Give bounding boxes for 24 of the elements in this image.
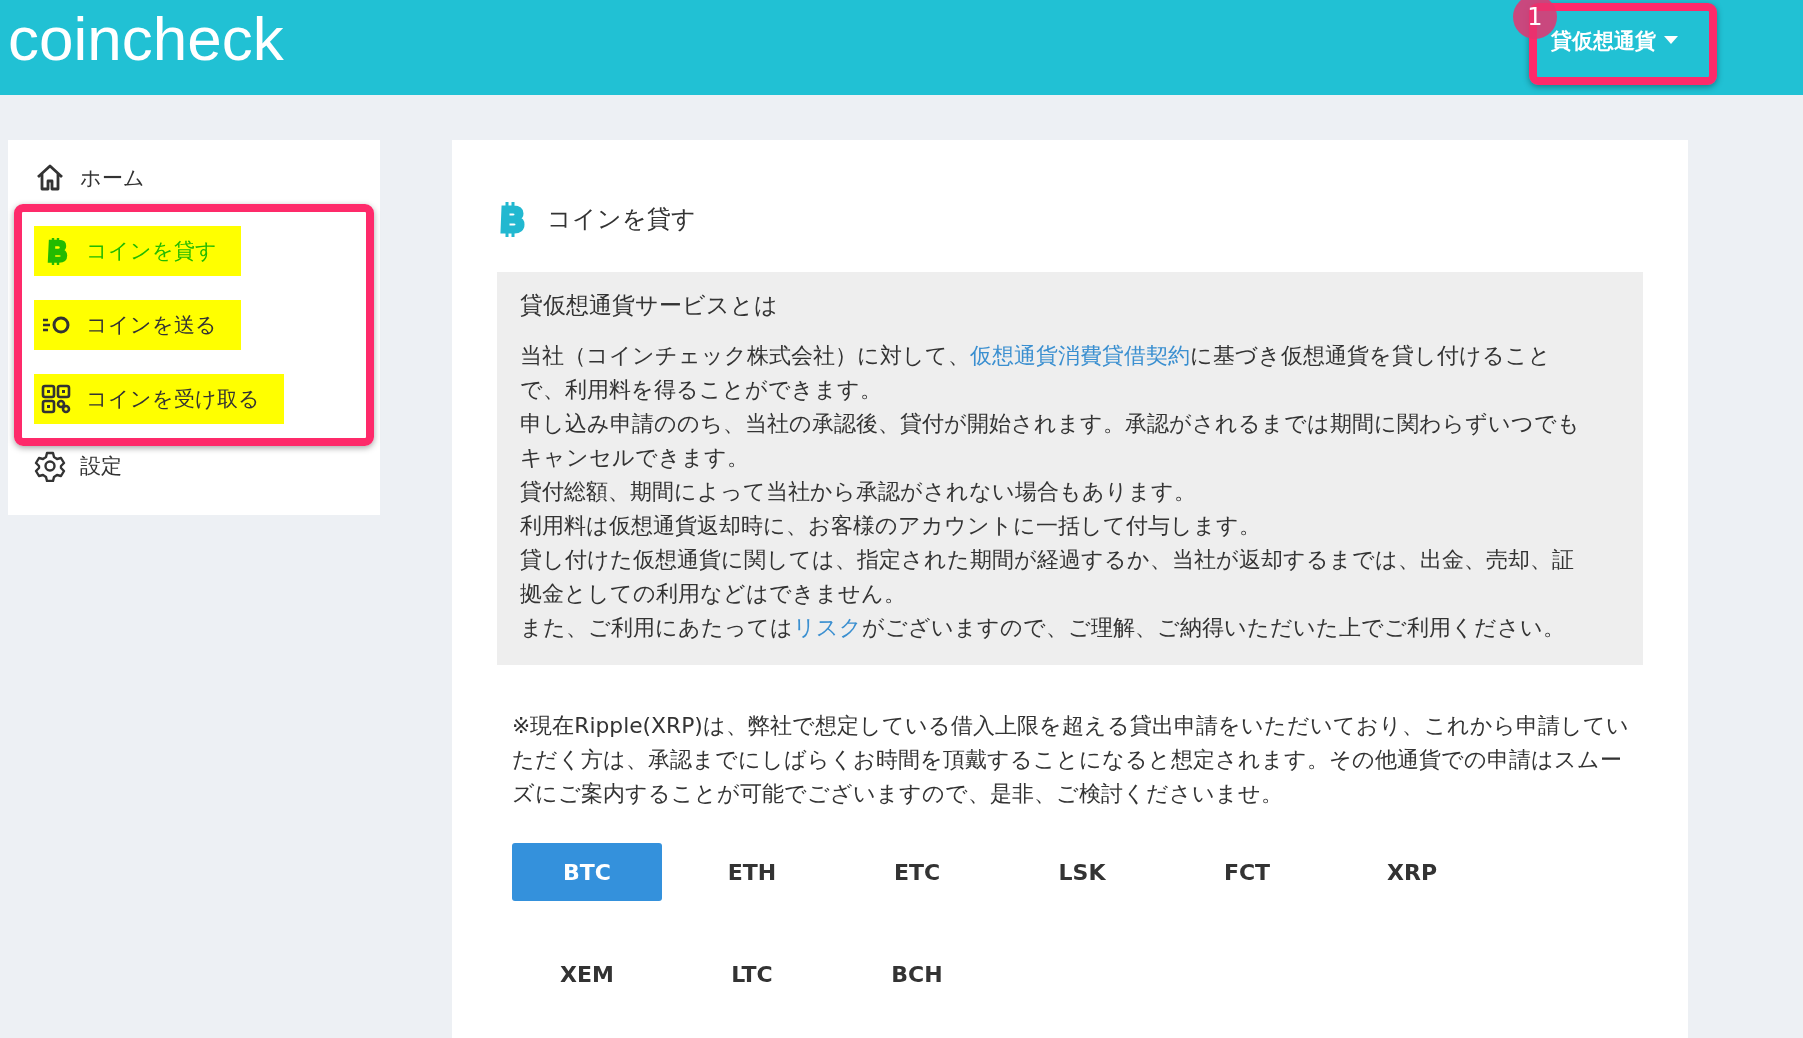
page-title: コインを貸す [547, 204, 696, 235]
info-paragraph: 利用料は仮想通貨返却時に、お客様のアカウントに一括して付与します。 [520, 512, 1262, 540]
info-paragraph: 申し込み申請ののち、当社の承認後、貸付が開始されます。承認がされるまでは期間に関わらずいつでもキャンセルできます。 [520, 410, 1581, 472]
settings-icon [34, 450, 66, 482]
currency-tab[interactable]: XEM [512, 945, 662, 1003]
currency-tab[interactable]: ETH [677, 843, 827, 901]
caret-icon [1664, 36, 1678, 45]
currency-tab[interactable]: BCH [842, 945, 992, 1003]
currency-tab[interactable]: XRP [1337, 843, 1487, 901]
sidebar-item[interactable]: コインを受け取る [34, 374, 284, 424]
currency-tab[interactable]: LSK [1007, 843, 1157, 901]
info-paragraph: 貸し付けた仮想通貨に関しては、指定された期間が経過するか、当社が返却するまでは、出金、売却、証拠金としての利用などはできません。 [520, 546, 1575, 608]
currency-tab[interactable]: FCT [1172, 843, 1322, 901]
info-paragraph: また、ご利用にあたっては リスク がございますので、ご理解、ご納得いただいた上でご利用ください。 [520, 614, 1566, 642]
info-paragraph: 貸付総額、期間によって当社から承認がされない場合もあります。 [520, 478, 1197, 506]
sidebar-item[interactable]: ホーム [34, 158, 380, 198]
info-paragraph: 当社（コインチェック株式会社）に対して、仮想通貨消費貸借契約に基づき仮想通貨を貸し付けることで、利用料を得ることができます。 [520, 342, 1552, 404]
currency-tab[interactable]: LTC [677, 945, 827, 1003]
sidebar-item[interactable]: 設定 [34, 446, 380, 486]
currency-tab[interactable]: ETC [842, 843, 992, 901]
notice-text: ※現在Ripple(XRP)は、弊社で想定している借入上限を超える貸出申請をいただいており、これから申請していただく方は、承認までにしばらくお時間を頂戴することになると想定されます。その他通貨での申請はスムーズにご案内することが可能でございますので、是非、ご検討くださいませ。 [511, 712, 1630, 808]
sidebar-item[interactable]: コインを送る [34, 300, 241, 350]
info-heading: 貸仮想通貨サービスとは [520, 291, 779, 320]
qr-code-icon [40, 383, 72, 415]
